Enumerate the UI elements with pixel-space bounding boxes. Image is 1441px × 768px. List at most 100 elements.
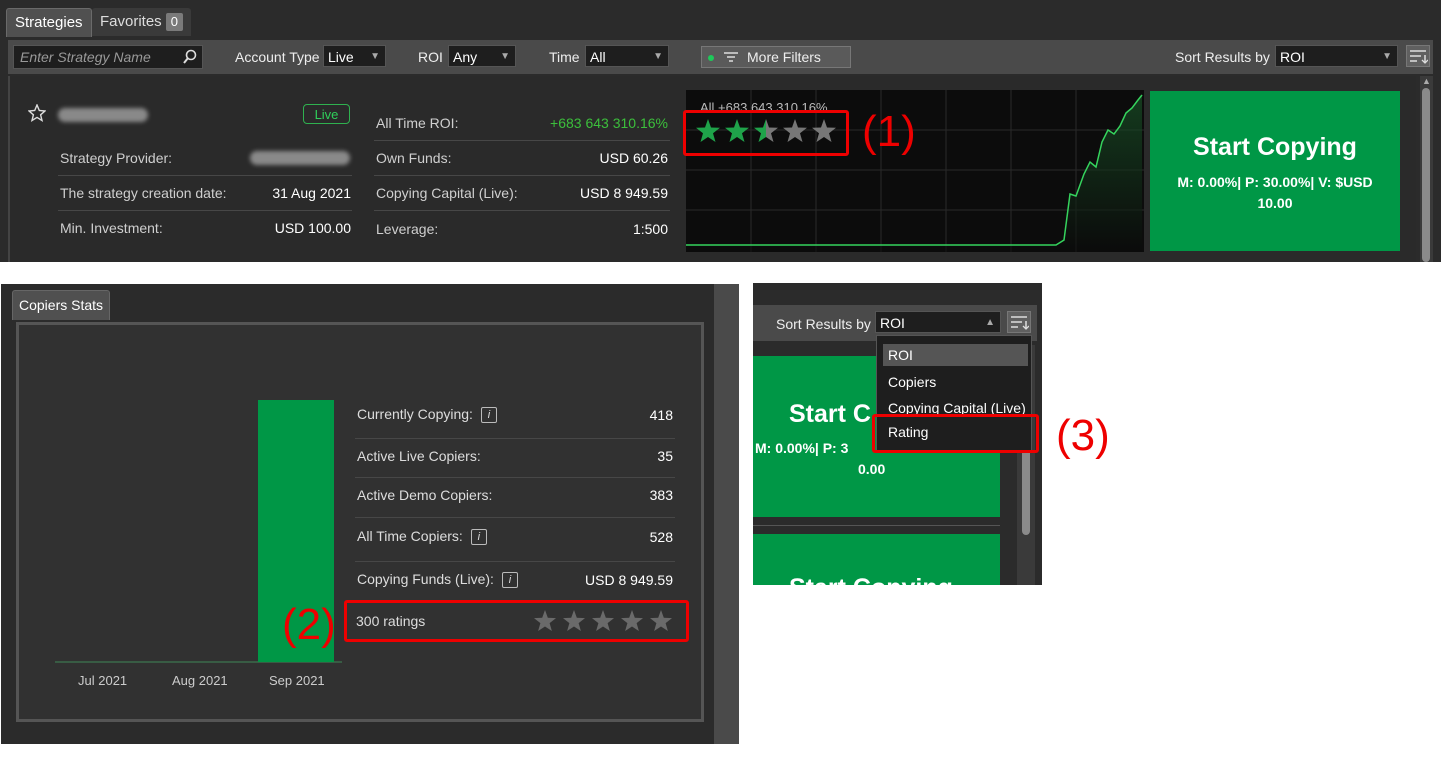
chevron-down-icon: ▼ — [653, 51, 663, 62]
sort-order-icon — [1011, 316, 1029, 330]
callout-box-2 — [344, 600, 689, 642]
own-funds-label: Own Funds: — [376, 150, 452, 166]
start-copying-button[interactable]: Start Copying M: 0.00%| P: 30.00%| V: $U… — [1150, 91, 1400, 251]
divider — [58, 210, 352, 211]
x-label-aug: Aug 2021 — [172, 673, 228, 688]
active-live-copiers-label: Active Live Copiers: — [357, 448, 481, 464]
sort-results-select[interactable]: ROI ▼ — [1275, 45, 1398, 67]
sort-direction-button[interactable] — [1406, 45, 1430, 67]
fee-line-1: M: 0.00%| P: 30.00%| V: $USD — [1177, 174, 1373, 190]
divider — [355, 438, 675, 439]
sort-results-select-open[interactable]: ROI ▲ — [875, 311, 1001, 333]
fee-line-2: 0.00 — [858, 461, 886, 477]
row-label-text: Currently Copying: — [357, 406, 473, 422]
sort-option-roi[interactable]: ROI — [888, 347, 913, 363]
callout-box-1 — [683, 110, 849, 156]
callout-label-1: (1) — [862, 107, 916, 156]
copying-capital-label: Copying Capital (Live): — [376, 185, 518, 201]
creation-date-value: 31 Aug 2021 — [272, 185, 351, 201]
select-value: All — [590, 49, 606, 65]
info-icon[interactable]: i — [470, 529, 487, 546]
callout-label-3: (3) — [1056, 411, 1110, 460]
start-copying-title: Start Copying — [1193, 133, 1357, 161]
currently-copying-value: 418 — [649, 407, 673, 423]
filter-lines-icon — [724, 52, 738, 62]
row-label-text: Copying Funds (Live): — [357, 571, 494, 587]
scroll-up-arrow-icon[interactable]: ▲ — [1422, 76, 1431, 86]
copying-capital-value: USD 8 949.59 — [580, 185, 668, 201]
copying-funds-value: USD 8 949.59 — [585, 572, 673, 588]
min-investment-label: Min. Investment: — [60, 220, 163, 236]
divider — [355, 517, 675, 518]
divider — [374, 210, 670, 211]
start-copying-title: Start Copying — [789, 574, 953, 585]
time-select[interactable]: All ▼ — [585, 45, 669, 67]
all-time-copiers-label: All Time Copiers: i — [357, 528, 487, 546]
callout-label-2: (2) — [282, 600, 336, 649]
all-time-copiers-value: 528 — [649, 529, 673, 545]
tab-favorites[interactable]: Favorites 0 — [92, 8, 191, 36]
active-demo-copiers-label: Active Demo Copiers: — [357, 487, 493, 503]
chevron-down-icon: ▼ — [1382, 51, 1392, 62]
scrollbar-track[interactable]: ▲ — [1420, 76, 1433, 262]
strategy-provider-label: Strategy Provider: — [60, 150, 173, 166]
leverage-label: Leverage: — [376, 221, 439, 237]
time-label: Time — [549, 49, 580, 65]
info-icon[interactable]: i — [480, 407, 497, 424]
min-investment-value: USD 100.00 — [274, 220, 351, 236]
all-time-roi-value: +683 643 310.16% — [550, 115, 668, 131]
start-copying-button[interactable]: Start Copying — [753, 534, 1000, 585]
select-value: ROI — [880, 315, 905, 331]
x-label-jul: Jul 2021 — [78, 673, 128, 688]
divider — [374, 175, 670, 176]
divider — [355, 561, 675, 562]
creation-date-label: The strategy creation date: — [60, 185, 227, 201]
more-filters-button[interactable]: More Filters — [701, 46, 851, 68]
all-time-roi-label: All Time ROI: — [376, 115, 459, 131]
account-type-select[interactable]: Live ▼ — [323, 45, 386, 67]
favorite-star-icon[interactable] — [28, 104, 46, 122]
sort-direction-button[interactable] — [1007, 311, 1031, 333]
tab-copiers-stats[interactable]: Copiers Stats — [12, 290, 111, 320]
search-icon[interactable] — [182, 49, 198, 65]
chevron-down-icon: ▼ — [500, 51, 510, 62]
own-funds-value: USD 60.26 — [599, 150, 668, 166]
account-type-label: Account Type — [235, 49, 320, 65]
live-badge: Live — [303, 104, 350, 124]
favorites-count-badge: 0 — [165, 13, 183, 31]
sort-results-label: Sort Results by — [1175, 49, 1270, 65]
roi-label: ROI — [418, 49, 443, 65]
divider — [58, 175, 352, 176]
select-value: Any — [453, 49, 478, 65]
tab-strategies[interactable]: Strategies — [6, 8, 92, 37]
tab-label: Favorites — [100, 13, 162, 30]
select-value: Live — [328, 49, 354, 65]
roi-select[interactable]: Any ▼ — [448, 45, 516, 67]
active-demo-copiers-value: 383 — [649, 487, 673, 503]
sort-order-icon — [1410, 50, 1428, 64]
chevron-down-icon: ▼ — [370, 51, 380, 62]
active-live-copiers-value: 35 — [657, 448, 673, 464]
divider — [355, 477, 675, 478]
sort-results-label: Sort Results by — [776, 316, 871, 332]
copying-funds-label: Copying Funds (Live): i — [357, 571, 518, 589]
divider — [374, 140, 670, 141]
tab-label: Strategies — [15, 14, 83, 31]
filter-active-dot — [708, 55, 714, 61]
x-label-sep: Sep 2021 — [269, 673, 325, 688]
fee-line-1: M: 0.00%| P: 3 — [755, 440, 849, 456]
fee-line-2: 10.00 — [1257, 195, 1293, 211]
chevron-up-icon: ▲ — [985, 317, 995, 328]
leverage-value: 1:500 — [632, 221, 668, 237]
sort-option-copiers[interactable]: Copiers — [888, 374, 936, 390]
scrollbar-thumb[interactable] — [1422, 88, 1430, 262]
more-filters-label: More Filters — [747, 49, 821, 65]
start-copying-title: Start C — [789, 400, 871, 428]
info-icon[interactable]: i — [501, 572, 518, 589]
strategy-search-input[interactable]: Enter Strategy Name — [13, 45, 203, 69]
strategy-provider-redacted — [250, 151, 350, 165]
search-placeholder: Enter Strategy Name — [20, 49, 151, 65]
currently-copying-label: Currently Copying: i — [357, 406, 497, 424]
row-label-text: All Time Copiers: — [357, 528, 463, 544]
filter-bar: Enter Strategy Name Account Type Live ▼ R… — [8, 40, 1433, 74]
